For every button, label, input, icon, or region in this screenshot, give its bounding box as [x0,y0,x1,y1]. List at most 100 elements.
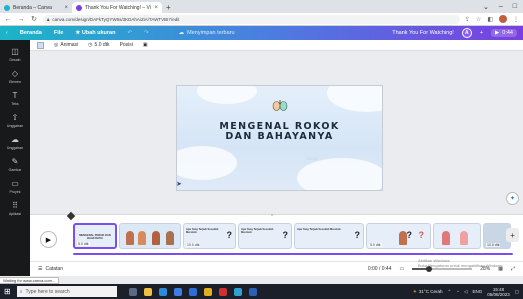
system-tray: ☀ 31°C Cerah ⌃ ◔ ◁ ENG 15:48 05/08/2023 … [413,287,519,297]
sidebar-item-apps[interactable]: ⠿ Aplikasi [0,198,30,220]
animate-button[interactable]: ◎ Animasi [54,42,78,48]
extensions-icon[interactable]: ◧ [487,16,493,23]
weather-widget[interactable]: ☀ 31°C Cerah [413,289,443,295]
menu-icon[interactable]: ⋮ [513,16,519,23]
sidebar-item-uploads[interactable]: ☁ Unggahan [0,132,30,154]
network-icon[interactable]: ◔ [456,289,459,294]
sidebar-item-design[interactable]: ◫ Desain [0,44,30,66]
minimize-button[interactable]: – [499,3,503,10]
undo-icon[interactable]: ↶ [127,30,132,36]
page-thumbnail[interactable]: Apa Yang Terjadi Sesudah Merokok ? 10.0 … [183,223,236,249]
redo-icon[interactable]: ↷ [144,30,149,36]
mouse-cursor-icon: ➤ [176,181,182,188]
tab-title: Thank You For Watching! – Video [85,4,151,11]
position-button[interactable]: Posisi [120,42,133,48]
sidebar-item-text[interactable]: T Teks [0,88,30,110]
share-icon[interactable]: ⇪ [465,16,470,23]
edge-icon[interactable] [158,287,167,296]
tray-up-icon[interactable]: ⌃ [447,289,451,295]
sidebar-item-projects[interactable]: ▭ Proyek [0,176,30,198]
page-thumbnail[interactable]: Apa Yang Terjadi Sesudah Merokok ? [294,223,364,249]
window-controls: ⌄ – □ [483,0,523,13]
extension-icons: ⇪ ☆ ◧ ⋮ [465,15,519,23]
browser-tab-strip: Beranda – Canva × Thank You For Watching… [0,0,523,13]
forward-icon[interactable]: → [17,16,25,23]
file-menu[interactable]: File [54,30,63,36]
timeline-view-icon[interactable]: ▭ [400,266,405,272]
editor-sidebar: ◫ Desain ◇ Elemen T Teks ⇧ Unggahan ☁ Unggaha… [0,40,30,276]
mail-icon[interactable] [188,287,197,296]
present-button[interactable]: ▶ 0:44 [491,29,517,37]
sidebar-item-elements[interactable]: ◇ Elemen [0,66,30,88]
store-icon[interactable] [173,287,182,296]
home-link[interactable]: Beranda [20,30,42,36]
question-mark: ? [418,230,425,240]
notification-icon[interactable]: ▢ [515,289,519,295]
chrome-icon[interactable] [203,287,212,296]
close-icon[interactable]: × [64,5,68,11]
search-icon: ⌕ [19,288,23,295]
taskbar-apps [128,287,257,296]
windows-start-icon[interactable]: ⊞ [4,287,11,296]
slide-canvas[interactable]: MENGENAL ROKOK DAN BAHAYANYA ▭▭ [176,85,383,191]
page-thumbnail[interactable]: MENGENAL ROKOK DAN BAHAYANYA 5.0 dtk [73,223,117,249]
new-tab-button[interactable]: + [162,2,175,13]
duration-button[interactable]: ◷ 5.0 dtk [88,42,109,48]
tab-thank-you[interactable]: Thank You For Watching! – Video × [72,2,162,13]
resize-button[interactable]: ★ Ubah ukuran [75,30,115,36]
page-thumbnail[interactable] [119,223,181,249]
playhead-handle[interactable] [66,211,76,221]
question-mark: ? [354,230,361,240]
reload-icon[interactable]: ↻ [30,15,38,23]
draw-icon: ✎ [11,157,19,166]
timeline-play-button[interactable]: ▶ [40,231,57,248]
task-view-icon[interactable] [128,287,137,296]
sidebar-item-brand[interactable]: ⇧ Unggahan [0,110,30,132]
design-title[interactable]: Thank You For Watching! [392,30,454,36]
word-icon[interactable] [248,287,257,296]
tab-search-icon[interactable]: ⌄ [483,3,489,11]
background-color-swatch[interactable] [37,41,44,49]
close-icon[interactable]: × [154,5,158,11]
assistant-button[interactable]: ✦ [506,192,519,205]
app-icon[interactable] [233,287,242,296]
canvas-area: MENGENAL ROKOK DAN BAHAYANYA ▭▭ ➤ ✦ [30,51,523,214]
app-icon[interactable] [218,287,227,296]
sidebar-item-draw[interactable]: ✎ Gambar [0,154,30,176]
cloud-icon: ☁ [11,135,19,144]
chevron-up-icon[interactable]: ⌃ [270,214,274,220]
fullscreen-icon[interactable]: ⤢ [511,266,515,272]
page-thumbnail[interactable]: Apa Yang Terjadi Sesudah Merokok ? [238,223,292,249]
sun-icon: ☀ [412,288,417,294]
clock[interactable]: 15:48 05/08/2023 [487,287,510,297]
maximize-button[interactable]: □ [513,3,517,10]
tab-beranda[interactable]: Beranda – Canva × [0,2,72,13]
volume-icon[interactable]: ◁ [464,289,467,295]
profile-avatar[interactable] [499,15,507,23]
user-avatar[interactable]: A [461,28,472,38]
back-home-icon[interactable]: ‹ [6,30,8,36]
audio-track-bar[interactable] [73,253,513,255]
folder-icon: ▭ [11,179,19,188]
notes-button[interactable]: ☰ Catatan [38,266,63,272]
slide-title[interactable]: MENGENAL ROKOK DAN BAHAYANYA [177,122,382,142]
question-mark: ? [406,230,413,240]
elements-icon: ◇ [11,69,19,78]
page-thumbnail[interactable]: ? ? 5.0 dtk [366,223,431,249]
back-icon[interactable]: ← [4,16,12,23]
character-figure [460,231,468,245]
add-collaborator-icon[interactable]: + [480,30,483,36]
add-page-button[interactable]: + [506,228,519,242]
bookmark-icon[interactable]: ☆ [476,16,481,23]
page-thumbnail[interactable] [433,223,481,249]
cloud-decoration [177,146,237,180]
zoom-slider[interactable] [412,266,473,272]
url-field[interactable]: 🔒︎ canva.com/design/DAFkTyQYW6s/3KDAhAiZ… [43,14,460,24]
explorer-icon[interactable] [143,287,152,296]
transparency-icon[interactable]: ▣ [143,42,148,48]
character-figure [138,231,146,245]
taskbar-search[interactable]: ⌕ Type here to search [16,286,117,297]
language-indicator[interactable]: ENG [472,289,482,294]
canva-favicon-icon [76,4,82,11]
windows-taskbar: ⊞ ⌕ Type here to search ☀ 31°C Cerah ⌃ ◔… [0,284,523,299]
